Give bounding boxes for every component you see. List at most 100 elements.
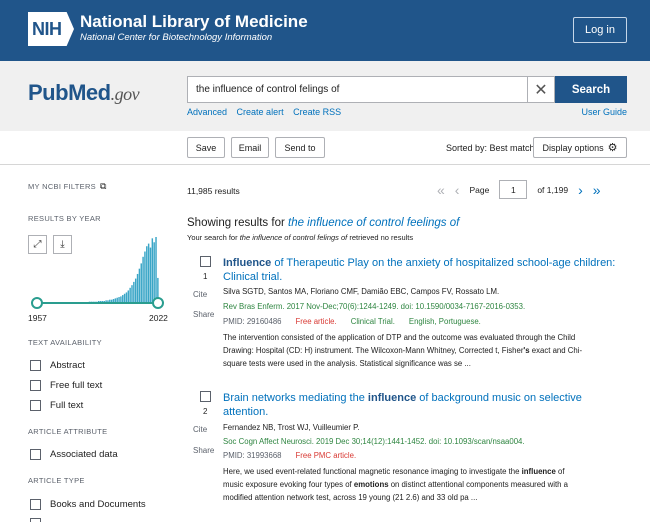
- article-1-authors: Silva SGTD, Santos MA, Floriano CMF, Dam…: [223, 287, 500, 296]
- year-slider-track[interactable]: [37, 302, 159, 304]
- prev-page-icon[interactable]: ‹: [455, 182, 460, 198]
- article-2-cite[interactable]: Cite: [193, 425, 207, 434]
- histogram-bar[interactable]: [142, 256, 144, 303]
- histogram-bar[interactable]: [136, 273, 139, 303]
- histogram-bar[interactable]: [134, 278, 137, 303]
- pmid: PMID: 31993668: [223, 451, 282, 460]
- article-1-citation: Rev Bras Enferm. 2017 Nov-Dec;70(6):1244…: [223, 302, 526, 311]
- filter-partial-row[interactable]: [30, 518, 50, 522]
- filter-full-text[interactable]: Full text: [30, 400, 83, 411]
- languages: English, Portuguese.: [408, 317, 481, 326]
- filter-free-full-text[interactable]: Free full text: [30, 380, 102, 391]
- article-2-snippet: Here, we used event-related functional m…: [223, 465, 618, 504]
- results-count: 11,985 results: [187, 186, 240, 196]
- email-button[interactable]: Email: [231, 137, 269, 158]
- snippet-highlight: emotions: [353, 480, 389, 489]
- article-2-checkbox[interactable]: [200, 391, 211, 402]
- filter-label: Free full text: [50, 380, 103, 391]
- page-number-input[interactable]: 1: [499, 180, 528, 199]
- create-rss-link[interactable]: Create RSS: [293, 107, 341, 117]
- checkbox[interactable]: [30, 499, 41, 510]
- histogram-bar[interactable]: [140, 263, 142, 303]
- checkbox[interactable]: [30, 449, 41, 460]
- snippet-line: The intervention consisted of the applic…: [223, 333, 576, 342]
- histogram-bar[interactable]: [155, 237, 157, 303]
- notice-suffix: retrieved no results: [349, 233, 414, 242]
- histogram-bar[interactable]: [144, 251, 146, 303]
- filter-books-documents[interactable]: Books and Documents: [30, 499, 146, 510]
- year-histogram[interactable]: [37, 235, 159, 303]
- snippet-text: Here, we used event-related functional m…: [223, 467, 522, 476]
- advanced-link[interactable]: Advanced: [187, 107, 227, 117]
- snippet-text: on distinct attentional components measu…: [388, 480, 568, 489]
- free-article-badge: Free article.: [295, 317, 337, 326]
- free-article-badge: Free PMC article.: [295, 451, 357, 460]
- article-2-title[interactable]: Brain networks mediating the influence o…: [223, 391, 623, 419]
- article-2-citation: Soc Cogn Affect Neurosci. 2019 Dec 30;14…: [223, 437, 525, 446]
- display-options-button[interactable]: Display options ⚙: [533, 137, 627, 158]
- pubmed-logo[interactable]: PubMed.gov: [28, 80, 140, 106]
- checkbox[interactable]: [30, 518, 41, 522]
- article-1-share[interactable]: Share: [193, 310, 214, 319]
- notice-prefix: Your search for: [187, 233, 238, 242]
- nlm-title[interactable]: National Library of Medicine: [80, 12, 308, 32]
- showing-prefix: Showing results for: [187, 217, 285, 229]
- create-alert-link[interactable]: Create alert: [237, 107, 284, 117]
- year-end-label: 2022: [149, 313, 168, 323]
- save-button[interactable]: Save: [187, 137, 225, 158]
- histogram-bar[interactable]: [131, 285, 133, 303]
- filter-label: Full text: [50, 400, 84, 411]
- histogram-bar[interactable]: [147, 243, 150, 303]
- text-availability-heading: TEXT AVAILABILITY: [28, 338, 102, 347]
- login-button[interactable]: Log in: [573, 17, 627, 43]
- filter-label: Abstract: [50, 360, 85, 371]
- page-label: Page: [469, 184, 490, 195]
- snippet-text: Drawing: Hospital (CD: H) instrument. Th…: [223, 346, 524, 355]
- year-slider-end-handle[interactable]: [152, 297, 164, 309]
- first-page-icon[interactable]: «: [437, 182, 445, 198]
- gear-icon: ⚙: [607, 142, 618, 154]
- corrected-query-link[interactable]: the influence of control feelings of: [288, 217, 459, 229]
- article-2-number: 2: [203, 407, 208, 416]
- title-text: of Therapeutic Play on the anxiety of ho…: [223, 257, 616, 283]
- article-1-cite[interactable]: Cite: [193, 290, 207, 299]
- article-type-heading: ARTICLE TYPE: [28, 476, 85, 485]
- filter-associated-data[interactable]: Associated data: [30, 449, 118, 460]
- close-icon[interactable]: ✕: [528, 76, 555, 103]
- checkbox[interactable]: [30, 380, 41, 391]
- user-guide-link[interactable]: User Guide: [581, 107, 627, 117]
- histogram-bar[interactable]: [153, 242, 155, 303]
- notice-query: the influence of control felings of: [239, 233, 348, 242]
- checkbox[interactable]: [30, 400, 41, 411]
- nih-logo[interactable]: NIH: [28, 12, 74, 46]
- year-start-label: 1957: [28, 313, 47, 323]
- histogram-bar[interactable]: [138, 268, 141, 303]
- send-to-button[interactable]: Send to: [275, 137, 325, 158]
- sort-order[interactable]: Sorted by: Best match: [446, 143, 535, 153]
- snippet-line: square tests were used in the analysis. …: [223, 359, 471, 368]
- year-slider-start-handle[interactable]: [31, 297, 43, 309]
- search-button[interactable]: Search: [555, 76, 627, 103]
- histogram-bar[interactable]: [129, 287, 131, 303]
- article-2-share[interactable]: Share: [193, 446, 214, 455]
- title-text: Brain networks mediating the: [223, 392, 368, 404]
- histogram-bar[interactable]: [146, 246, 148, 303]
- nlm-subtitle: National Center for Biotechnology Inform…: [80, 32, 273, 43]
- last-page-icon[interactable]: »: [593, 182, 601, 198]
- histogram-bar[interactable]: [149, 247, 152, 303]
- article-1-checkbox[interactable]: [200, 256, 211, 267]
- filter-label: Associated data: [50, 449, 118, 460]
- histogram-bar[interactable]: [133, 281, 135, 303]
- checkbox[interactable]: [30, 360, 41, 371]
- article-1-title[interactable]: Influence of Therapeutic Play on the anx…: [223, 256, 623, 284]
- search-input[interactable]: the influence of control felings of: [187, 76, 528, 103]
- publication-type: Clinical Trial.: [350, 317, 395, 326]
- filter-abstract[interactable]: Abstract: [30, 360, 85, 371]
- nih-logo-text: NIH: [32, 19, 62, 39]
- my-ncbi-filters[interactable]: MY NCBI FILTERS ⧉: [28, 181, 107, 192]
- histogram-bar[interactable]: [151, 238, 154, 303]
- search-links: Advanced Create alert Create RSS: [187, 107, 348, 117]
- next-page-icon[interactable]: ›: [578, 182, 583, 198]
- snippet-line: Here, we used event-related functional m…: [223, 465, 618, 478]
- results-toolbar: Save Email Send to Sorted by: Best match…: [0, 131, 650, 165]
